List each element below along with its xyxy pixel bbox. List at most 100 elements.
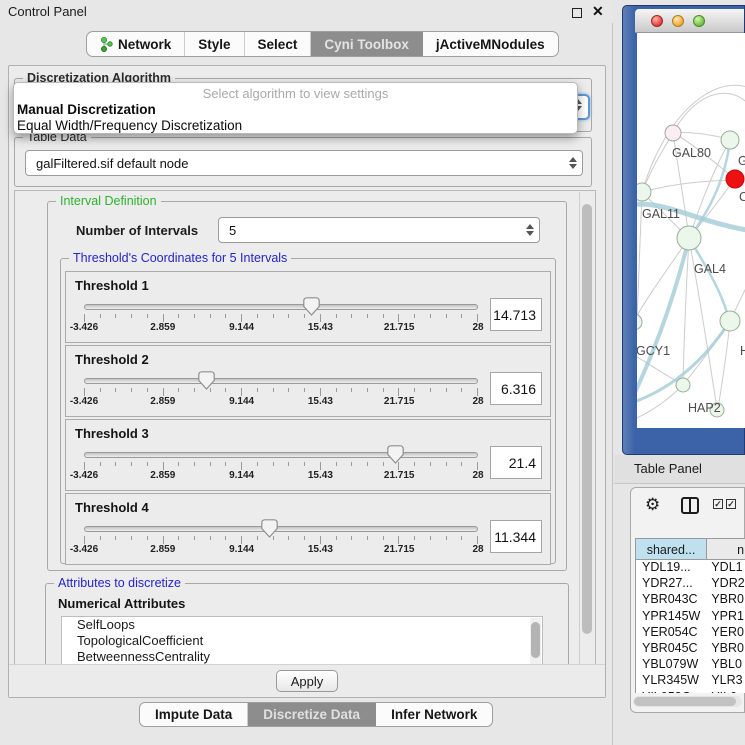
slider-tick-labels: -3.4262.8599.14415.4321.71528 xyxy=(84,396,478,407)
network-edge-highlighted[interactable] xyxy=(689,238,729,320)
threshold-value-field[interactable]: 14.713 xyxy=(490,298,542,331)
threshold-value-field[interactable]: 6.316 xyxy=(490,372,542,405)
column-header-name[interactable]: n xyxy=(707,539,745,559)
table-data-combobox-stepper[interactable] xyxy=(564,157,582,169)
tab-select[interactable]: Select xyxy=(245,32,312,56)
table-row[interactable]: YBR043CYBR0 xyxy=(636,592,745,608)
tick-mark xyxy=(84,462,85,470)
column-header-shared-name[interactable]: shared... xyxy=(636,539,707,559)
slider-track[interactable] xyxy=(84,526,478,532)
slider-thumb[interactable] xyxy=(198,371,215,390)
tick-label: 21.715 xyxy=(384,544,415,555)
network-node[interactable] xyxy=(637,314,642,330)
threshold-slider[interactable]: -3.4262.8599.14415.4321.71528 xyxy=(84,517,478,555)
tick-mark xyxy=(147,388,148,392)
attribute-list-item[interactable]: SelfLoops xyxy=(62,617,542,633)
table-scrollbar-thumb[interactable] xyxy=(634,697,736,706)
network-node[interactable] xyxy=(637,183,651,201)
tick-mark xyxy=(398,536,399,544)
gear-icon[interactable]: ⚙ xyxy=(645,495,660,515)
tick-label: 28 xyxy=(472,470,483,481)
network-node[interactable] xyxy=(676,378,690,392)
tick-mark xyxy=(288,462,289,466)
tick-mark xyxy=(414,536,415,540)
tick-label: 15.43 xyxy=(308,544,333,555)
slider-thumb[interactable] xyxy=(261,519,278,538)
tab-style[interactable]: Style xyxy=(185,32,244,56)
close-traffic-light-icon[interactable] xyxy=(651,15,663,27)
tick-mark xyxy=(304,462,305,466)
number-of-intervals-combobox[interactable]: 5 xyxy=(218,217,540,243)
tick-mark xyxy=(336,536,337,540)
slider-ticks xyxy=(84,388,478,396)
table-row[interactable]: YER054CYER0 xyxy=(636,625,745,641)
table-row[interactable]: YLR345WYLR3 xyxy=(636,673,745,689)
number-of-intervals-stepper[interactable] xyxy=(521,224,539,236)
threshold-value-field[interactable]: 11.344 xyxy=(490,520,542,553)
network-node[interactable] xyxy=(665,125,681,141)
threshold-slider[interactable]: -3.4262.8599.14415.4321.71528 xyxy=(84,369,478,407)
tick-mark xyxy=(241,536,242,544)
slider-tick-labels: -3.4262.8599.14415.4321.71528 xyxy=(84,544,478,555)
panel-vertical-scrollbar[interactable] xyxy=(579,192,594,665)
slider-track[interactable] xyxy=(84,452,478,458)
network-node[interactable] xyxy=(726,170,744,188)
attribute-list-item[interactable]: BetweennessCentrality xyxy=(62,649,542,665)
threshold-panel-3: Threshold 3-3.4262.8599.14415.4321.71528… xyxy=(65,419,551,491)
panel-scrollbar-thumb[interactable] xyxy=(582,204,592,634)
threshold-value-field[interactable]: 21.4 xyxy=(490,446,542,479)
network-node[interactable] xyxy=(721,131,739,149)
table-row[interactable]: YDR27...YDR2 xyxy=(636,576,745,592)
table-row[interactable]: YIL052CYIL0 xyxy=(636,690,745,694)
tab-network[interactable]: Network xyxy=(87,32,185,56)
attributes-list-scrollbar[interactable] xyxy=(530,618,541,666)
cell-shared-name: YPR145W xyxy=(636,609,707,625)
table-row[interactable]: YBR045CYBR0 xyxy=(636,641,745,657)
dropdown-placeholder-item[interactable]: Select algorithm to view settings xyxy=(14,86,577,101)
table-horizontal-scrollbar[interactable] xyxy=(633,696,742,707)
slider-track[interactable] xyxy=(84,304,478,310)
table-panel-titlebar: Table Panel xyxy=(614,455,745,484)
network-window-titlebar[interactable] xyxy=(635,9,744,33)
tab-infer-network[interactable]: Infer Network xyxy=(376,703,492,726)
slider-track[interactable] xyxy=(84,378,478,384)
dropdown-item-manual-discretization[interactable]: Manual Discretization xyxy=(17,102,156,117)
network-edge[interactable] xyxy=(637,238,689,321)
network-node[interactable] xyxy=(677,226,701,250)
zoom-traffic-light-icon[interactable] xyxy=(693,15,705,27)
table-row[interactable]: YBL079WYBL0 xyxy=(636,657,745,673)
network-node[interactable] xyxy=(720,311,740,331)
network-canvas[interactable]: GAL80GAGAL11CGAL4GCY1HHAP2 xyxy=(637,33,745,428)
tick-mark xyxy=(100,388,101,392)
tab-impute-data[interactable]: Impute Data xyxy=(140,703,248,726)
tick-mark xyxy=(131,536,132,540)
attributes-scrollbar-thumb[interactable] xyxy=(531,622,540,658)
tab-jactivemnodules[interactable]: jActiveMNodules xyxy=(423,32,558,56)
dropdown-item-equal-width-frequency[interactable]: Equal Width/Frequency Discretization xyxy=(17,118,242,133)
table-row[interactable]: YDL19...YDL1 xyxy=(636,560,745,576)
table-panel-title: Table Panel xyxy=(634,461,702,476)
slider-thumb[interactable] xyxy=(387,445,404,464)
threshold-slider[interactable]: -3.4262.8599.14415.4321.71528 xyxy=(84,295,478,333)
attribute-list-item[interactable]: TopologicalCoefficient xyxy=(62,633,542,649)
minimize-traffic-light-icon[interactable] xyxy=(672,15,684,27)
tick-mark xyxy=(163,462,164,470)
threshold-slider-row: -3.4262.8599.14415.4321.71528 14.713 xyxy=(66,295,550,333)
column-layout-icon[interactable] xyxy=(681,497,699,514)
tab-discretize-data[interactable]: Discretize Data xyxy=(248,703,376,726)
threshold-panel-4: Threshold 4-3.4262.8599.14415.4321.71528… xyxy=(65,493,551,565)
tick-label: 2.859 xyxy=(150,544,175,555)
network-edge[interactable] xyxy=(643,133,673,191)
checkbox-select-all-icon[interactable]: ✓ xyxy=(726,499,736,509)
checkbox-select-icon[interactable]: ✓ xyxy=(713,499,723,509)
float-panel-icon[interactable] xyxy=(572,8,582,18)
threshold-slider[interactable]: -3.4262.8599.14415.4321.71528 xyxy=(84,443,478,481)
slider-thumb[interactable] xyxy=(303,297,320,316)
numerical-attributes-list[interactable]: SelfLoopsTopologicalCoefficientBetweenne… xyxy=(61,616,543,667)
apply-button[interactable]: Apply xyxy=(276,670,338,692)
table-row[interactable]: YPR145WYPR1 xyxy=(636,609,745,625)
tab-cyni-toolbox[interactable]: Cyni Toolbox xyxy=(311,32,423,56)
close-panel-icon[interactable]: ✕ xyxy=(592,3,604,20)
tab-style-label: Style xyxy=(198,37,230,52)
table-data-combobox[interactable]: galFiltered.sif default node xyxy=(25,150,583,176)
